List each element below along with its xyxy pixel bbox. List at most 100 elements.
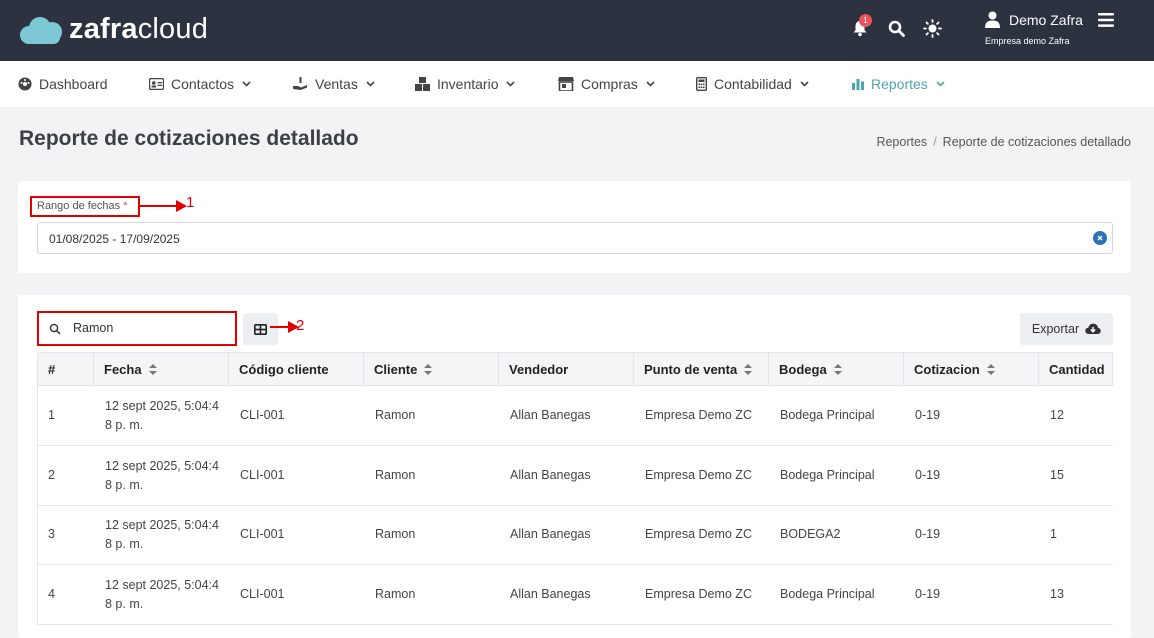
chevron-down-icon xyxy=(936,81,945,87)
sort-icon xyxy=(424,363,433,375)
hamburger-menu-icon[interactable] xyxy=(1098,13,1114,32)
sales-icon xyxy=(293,77,307,90)
export-button[interactable]: Exportar xyxy=(1020,313,1113,345)
cell-codigo-cliente: CLI-001 xyxy=(240,587,285,601)
cloud-download-icon xyxy=(1085,323,1101,334)
column-header-vendedor: Vendedor xyxy=(498,353,633,385)
annotation-box-2 xyxy=(37,311,237,346)
cell-punto-de-venta: Empresa Demo ZC xyxy=(645,468,752,482)
cell-vendedor: Allan Banegas xyxy=(510,587,591,601)
cell-cantidad: 12 xyxy=(1050,408,1064,422)
table-header: # Fecha Código cliente Cliente Vendedor … xyxy=(37,352,1113,386)
cell-cantidad: 13 xyxy=(1050,587,1064,601)
cell-codigo-cliente: CLI-001 xyxy=(240,527,285,541)
cell-codigo-cliente: CLI-001 xyxy=(240,408,285,422)
cell-cotizacion: 0-19 xyxy=(915,587,941,601)
sort-icon xyxy=(986,363,995,375)
nav-contabilidad[interactable]: Contabilidad xyxy=(696,76,809,92)
table-row[interactable]: 1 12 sept 2025, 5:04:4 8 p. m. CLI-001 Ra… xyxy=(37,386,1113,446)
cell-punto-de-venta: Empresa Demo ZC xyxy=(645,587,752,601)
cell-cantidad: 15 xyxy=(1050,468,1064,482)
cell-fecha: 12 sept 2025, 5:04:4 8 p. m. xyxy=(105,399,219,432)
table-row[interactable]: 4 12 sept 2025, 5:04:4 8 p. m. CLI-001 Ra… xyxy=(37,565,1113,625)
company-name: Empresa demo Zafra xyxy=(985,36,1070,46)
column-header-cliente[interactable]: Cliente xyxy=(363,353,498,385)
cell-bodega: BODEGA2 xyxy=(780,527,841,541)
columns-icon xyxy=(254,323,267,335)
cell-cotizacion: 0-19 xyxy=(915,468,941,482)
cell-cliente: Ramon xyxy=(375,468,416,482)
table-row[interactable]: 3 12 sept 2025, 5:04:4 8 p. m. CLI-001 Ra… xyxy=(37,506,1113,565)
nav-dashboard[interactable]: Dashboard xyxy=(18,76,108,92)
cell-cliente: Ramon xyxy=(375,408,416,422)
cell-number: 3 xyxy=(48,527,55,541)
column-header-number: # xyxy=(48,361,56,377)
chevron-down-icon xyxy=(242,81,251,87)
page-title: Reporte de cotizaciones detallado xyxy=(19,127,359,150)
notification-badge: 1 xyxy=(859,14,872,27)
annotation-arrow-1 xyxy=(140,200,187,212)
cell-vendedor: Allan Banegas xyxy=(510,408,591,422)
breadcrumb-current: Reporte de cotizaciones detallado xyxy=(942,135,1131,149)
column-header-cotizacion[interactable]: Cotizacion xyxy=(903,353,1038,385)
cell-cantidad: 1 xyxy=(1050,527,1057,541)
date-range-input[interactable]: 01/08/2025 - 17/09/2025 xyxy=(37,222,1113,254)
cell-cotizacion: 0-19 xyxy=(915,408,941,422)
breadcrumb-link-reportes[interactable]: Reportes xyxy=(876,135,927,149)
chevron-down-icon xyxy=(506,81,516,87)
nav-compras[interactable]: Compras xyxy=(558,76,655,92)
chart-icon xyxy=(852,79,864,90)
cell-cliente: Ramon xyxy=(375,527,416,541)
annotation-box-1 xyxy=(30,196,140,217)
cell-fecha: 12 sept 2025, 5:04:4 8 p. m. xyxy=(105,459,219,492)
chevron-down-icon xyxy=(646,81,655,87)
user-icon xyxy=(985,11,1000,28)
cell-number: 4 xyxy=(48,587,55,601)
logo-text: zafracloud xyxy=(69,12,209,45)
cell-vendedor: Allan Banegas xyxy=(510,468,591,482)
column-header-cantidad: Cantidad xyxy=(1038,353,1113,385)
quotes-table: # Fecha Código cliente Cliente Vendedor … xyxy=(37,352,1113,638)
cell-fecha: 12 sept 2025, 5:04:4 8 p. m. xyxy=(105,578,219,611)
app-logo[interactable]: zafracloud xyxy=(20,12,208,46)
cell-codigo-cliente: CLI-001 xyxy=(240,468,285,482)
cell-number: 1 xyxy=(48,408,55,422)
chevron-down-icon xyxy=(800,81,809,87)
chevron-down-icon xyxy=(366,81,375,87)
cell-punto-de-venta: Empresa Demo ZC xyxy=(645,527,752,541)
column-header-fecha[interactable]: Fecha xyxy=(93,353,228,385)
nav-contactos[interactable]: Contactos xyxy=(149,76,251,92)
top-bar: zafracloud 1 Demo Zafra Empresa demo Zaf… xyxy=(0,0,1154,61)
table-row[interactable]: 2 12 sept 2025, 5:04:4 8 p. m. CLI-001 Ra… xyxy=(37,446,1113,506)
nav-inventario[interactable]: Inventario xyxy=(415,76,516,92)
annotation-number-2: 2 xyxy=(296,317,305,334)
cell-punto-de-venta: Empresa Demo ZC xyxy=(645,408,752,422)
inventory-icon xyxy=(415,77,430,91)
search-icon[interactable] xyxy=(885,16,907,40)
breadcrumb: Reportes / Reporte de cotizaciones detalla… xyxy=(876,135,1131,149)
cell-cliente: Ramon xyxy=(375,587,416,601)
cell-bodega: Bodega Principal xyxy=(780,408,875,422)
user-name: Demo Zafra xyxy=(1009,12,1083,28)
cloud-logo-icon xyxy=(20,14,66,44)
sort-icon xyxy=(833,363,842,375)
nav-ventas[interactable]: Ventas xyxy=(293,76,375,92)
clear-date-icon[interactable] xyxy=(1093,231,1107,245)
theme-sun-icon[interactable] xyxy=(921,16,943,40)
notification-bell-icon[interactable]: 1 xyxy=(849,14,872,40)
column-header-bodega[interactable]: Bodega xyxy=(768,353,903,385)
cell-cotizacion: 0-19 xyxy=(915,527,941,541)
sort-icon xyxy=(744,363,753,375)
calculator-icon xyxy=(696,77,707,91)
cell-number: 2 xyxy=(48,468,55,482)
annotation-number-1: 1 xyxy=(186,194,195,211)
store-icon xyxy=(558,77,574,91)
cell-vendedor: Allan Banegas xyxy=(510,527,591,541)
sort-icon xyxy=(148,363,157,375)
cell-bodega: Bodega Principal xyxy=(780,468,875,482)
column-header-punto-de-venta[interactable]: Punto de venta xyxy=(633,353,768,385)
nav-reportes[interactable]: Reportes xyxy=(852,76,945,92)
contacts-icon xyxy=(149,78,164,90)
cell-bodega: Bodega Principal xyxy=(780,587,875,601)
dashboard-icon xyxy=(18,77,32,91)
